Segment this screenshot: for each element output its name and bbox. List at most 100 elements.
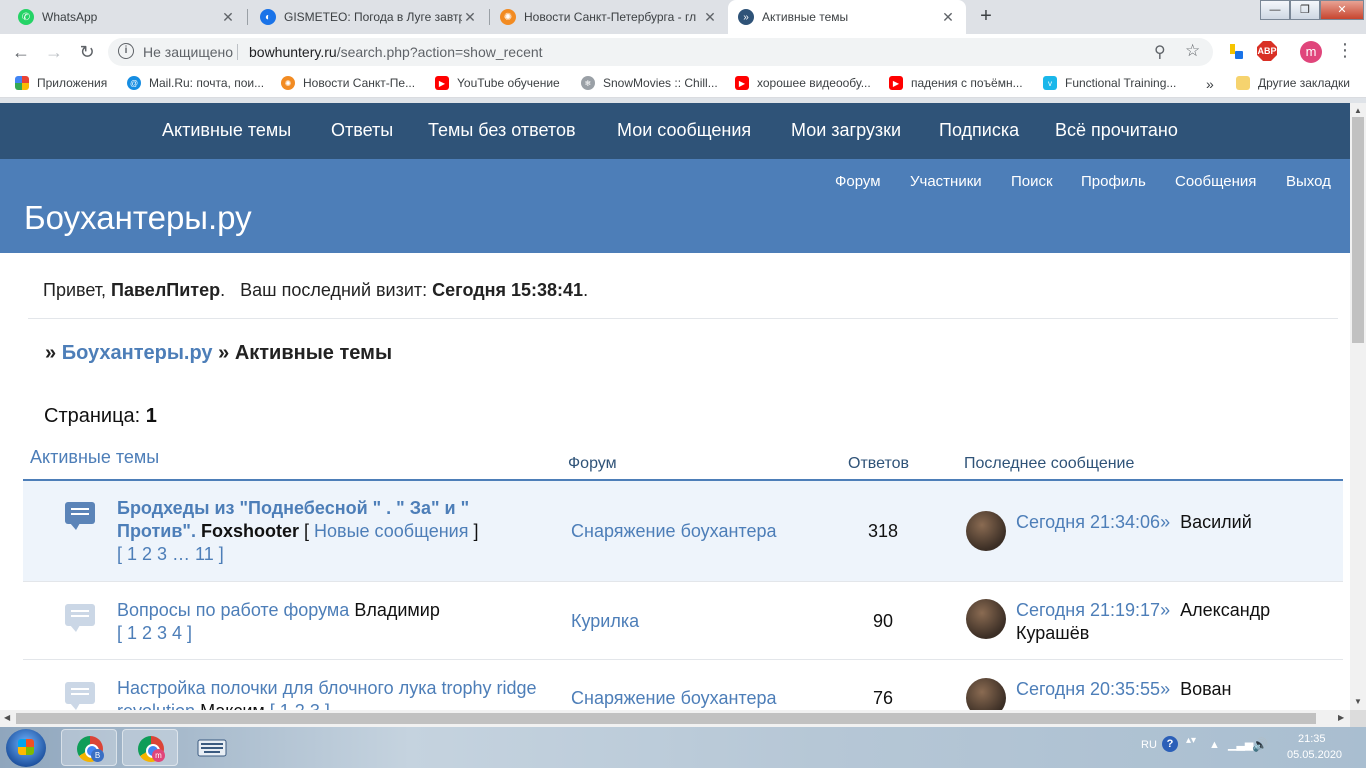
last-post-arrow[interactable]: » [1160, 512, 1170, 532]
close-tab-icon[interactable]: ✕ [220, 9, 236, 26]
reload-button[interactable]: ↻ [75, 40, 99, 64]
url-text[interactable]: bowhuntery.ru/search.php?action=show_rec… [249, 44, 543, 60]
bookmark-label: YouTube обучение [457, 76, 560, 90]
menu-icon[interactable]: ⋮ [1336, 40, 1354, 61]
table-row: Вопросы по работе форума Владимир [ 1 2 … [23, 582, 1343, 660]
forum-link[interactable]: Курилка [571, 611, 639, 632]
subnav-search[interactable]: Поиск [1011, 173, 1053, 190]
tray-expand-icon[interactable]: ▴▾ [1186, 735, 1196, 746]
tab-active-topics[interactable]: » Активные темы ✕ [728, 0, 966, 34]
start-button[interactable] [6, 729, 46, 767]
back-button[interactable]: ← [9, 40, 33, 64]
site-logo-title[interactable]: Боухантеры.ру [24, 199, 252, 237]
subnav-forum[interactable]: Форум [835, 173, 881, 190]
subnav-logout[interactable]: Выход [1286, 173, 1331, 190]
network-icon[interactable]: ▁▃▅ [1228, 738, 1253, 751]
tab-gismeteo[interactable]: ◐ GISMETEO: Погода в Луге завтр ✕ [250, 0, 488, 34]
bookmark-star-icon[interactable]: ☆ [1185, 41, 1200, 61]
nav-my-uploads[interactable]: Мои загрузки [791, 120, 901, 141]
last-post-user: Василий [1180, 512, 1252, 532]
adblock-icon[interactable]: ABP [1257, 41, 1277, 61]
taskbar-keyboard-app[interactable] [183, 729, 239, 766]
horizontal-scroll-thumb[interactable] [16, 713, 1316, 724]
bookmark-snowmovies[interactable]: ❄ SnowMovies :: Chill... [581, 76, 718, 90]
breadcrumb: » Боухантеры.ру » Активные темы [45, 342, 392, 365]
avatar[interactable] [966, 599, 1006, 639]
subnav-members[interactable]: Участники [910, 173, 982, 190]
topic-pages-links[interactable]: [ 1 2 3 ] [270, 701, 330, 710]
vertical-scroll-thumb[interactable] [1352, 117, 1364, 343]
minimize-button[interactable]: — [1260, 0, 1290, 20]
flag-icon[interactable]: ▲ [1209, 739, 1220, 751]
bookmark-youtube[interactable]: ▶ YouTube обучение [435, 76, 560, 90]
nav-unanswered[interactable]: Темы без ответов [428, 120, 576, 141]
clock-time[interactable]: 21:35 [1298, 733, 1326, 745]
bookmark-youtube[interactable]: ▶ падения с поъёмн... [889, 76, 1023, 90]
topic-title-link[interactable]: Вопросы по работе форума [117, 600, 349, 620]
taskbar-chrome-window[interactable]: B [61, 729, 117, 766]
bookmark-news[interactable]: ✺ Новости Санкт-Пе... [281, 76, 415, 90]
close-window-button[interactable]: ✕ [1320, 0, 1364, 20]
last-post-time-link[interactable]: Сегодня 20:35:55 [1016, 679, 1160, 699]
last-post-arrow[interactable]: » [1160, 600, 1170, 620]
close-tab-icon[interactable]: ✕ [702, 9, 718, 26]
last-post-time-link[interactable]: Сегодня 21:19:17 [1016, 600, 1160, 620]
replies-count: 318 [867, 521, 899, 541]
apps-grid-icon [15, 76, 29, 90]
volume-icon[interactable]: 🔊 [1252, 737, 1268, 753]
topic-pages-links[interactable]: [ 1 2 3 4 ] [117, 623, 192, 643]
bookmark-youtube[interactable]: ▶ хорошее видеообу... [735, 76, 871, 90]
language-indicator[interactable]: RU [1141, 739, 1157, 751]
bookmark-label: Mail.Ru: почта, пои... [149, 76, 265, 90]
avatar[interactable] [966, 511, 1006, 551]
last-post-arrow[interactable]: » [1160, 679, 1170, 699]
bookmarks-overflow-button[interactable]: » [1206, 76, 1214, 92]
horizontal-scrollbar[interactable]: ◀ ▶ [0, 710, 1350, 727]
clock-date[interactable]: 05.05.2020 [1287, 749, 1342, 761]
url-host: bowhuntery.ru [249, 44, 337, 60]
subnav-messages[interactable]: Сообщения [1175, 173, 1256, 190]
help-icon[interactable]: ? [1162, 736, 1178, 752]
scroll-down-icon[interactable]: ▼ [1354, 697, 1362, 706]
bracket: [ [304, 521, 315, 541]
header-last-post: Последнее сообщение [964, 455, 1135, 472]
breadcrumb-home-link[interactable]: Боухантеры.ру [62, 342, 213, 364]
bookmark-label: падения с поъёмн... [911, 76, 1023, 90]
tab-whatsapp[interactable]: ✆ WhatsApp ✕ [8, 0, 246, 34]
scroll-left-icon[interactable]: ◀ [4, 713, 10, 722]
bookmark-vimeo[interactable]: v Functional Training... [1043, 76, 1176, 90]
close-tab-icon[interactable]: ✕ [940, 9, 956, 26]
subnav-profile[interactable]: Профиль [1081, 173, 1146, 190]
yandex-extension-icon[interactable] [1226, 41, 1246, 61]
profile-avatar[interactable]: m [1300, 41, 1322, 63]
new-tab-button[interactable]: + [972, 5, 1000, 29]
info-icon[interactable]: i [118, 43, 134, 59]
nav-my-posts[interactable]: Мои сообщения [617, 120, 751, 141]
vertical-scrollbar[interactable]: ▲ ▼ [1350, 103, 1366, 710]
maximize-button[interactable]: ❐ [1290, 0, 1320, 20]
browser-toolbar: ← → ↻ i Не защищено bowhuntery.ru/search… [0, 34, 1366, 70]
forum-link[interactable]: Снаряжение боухантера [571, 521, 777, 542]
last-post-time-link[interactable]: Сегодня 21:34:06 [1016, 512, 1160, 532]
close-tab-icon[interactable]: ✕ [462, 9, 478, 26]
nav-mark-all-read[interactable]: Всё прочитано [1055, 120, 1178, 141]
address-bar[interactable]: i Не защищено bowhuntery.ru/search.php?a… [108, 38, 1213, 66]
zoom-icon[interactable]: ⚲ [1154, 42, 1166, 62]
last-visit-time: Сегодня 15:38:41 [432, 280, 584, 300]
tab-news[interactable]: ✺ Новости Санкт-Петербурга - гл ✕ [490, 0, 728, 34]
taskbar-chrome-window[interactable]: m [122, 729, 178, 766]
bookmark-other[interactable]: Другие закладки [1236, 76, 1350, 90]
topics-table-header: Активные темы Форум Ответов Последнее со… [0, 447, 1350, 477]
new-posts-link[interactable]: Новые сообщения [314, 521, 468, 541]
forward-button[interactable]: → [42, 40, 66, 64]
nav-subscriptions[interactable]: Подписка [939, 120, 1019, 141]
avatar[interactable] [966, 678, 1006, 710]
bookmark-mailru[interactable]: @ Mail.Ru: почта, пои... [127, 76, 264, 90]
topic-pages-links[interactable]: [ 1 2 3 … 11 ] [117, 544, 224, 564]
scroll-up-icon[interactable]: ▲ [1354, 106, 1362, 115]
bookmark-apps[interactable]: Приложения [15, 76, 107, 90]
forum-link[interactable]: Снаряжение боухантера [571, 688, 777, 709]
nav-replies[interactable]: Ответы [331, 120, 393, 141]
nav-active-topics[interactable]: Активные темы [162, 120, 291, 141]
scroll-right-icon[interactable]: ▶ [1338, 713, 1344, 722]
